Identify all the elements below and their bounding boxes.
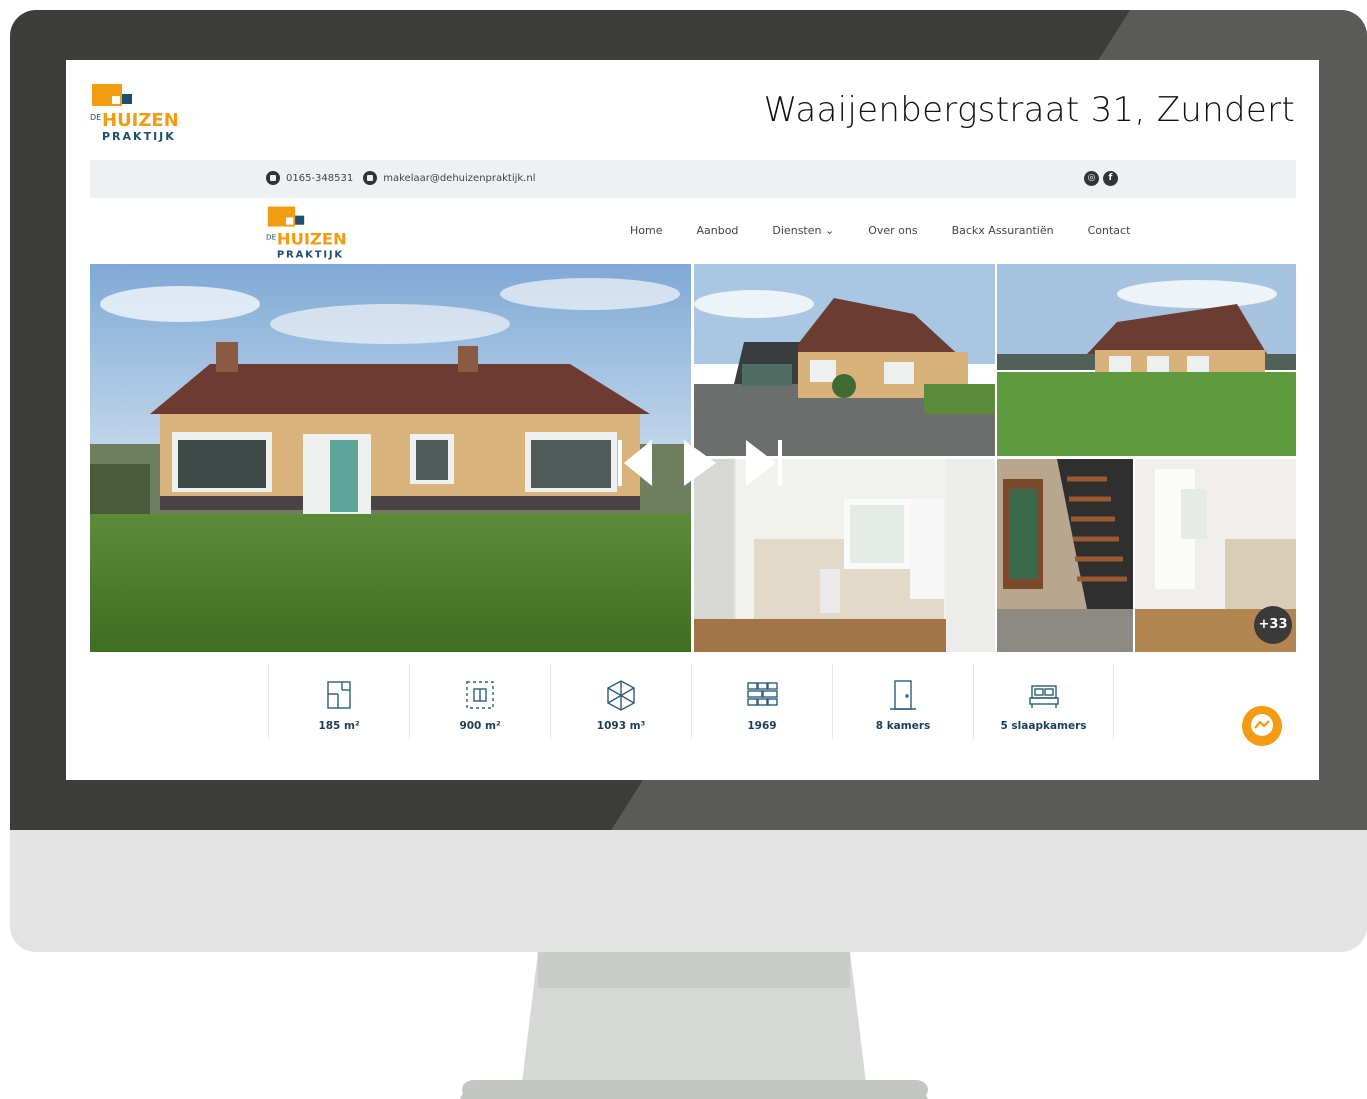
nav-contact[interactable]: Contact (1088, 224, 1131, 237)
stat-volume: 1093 m³ (550, 664, 691, 739)
svg-text:PRAKTIJK: PRAKTIJK (102, 130, 176, 142)
photo-kitchen-room[interactable] (694, 459, 995, 652)
main-navigation: DE HUIZEN PRAKTIJK Home Aanbod Diensten … (90, 198, 1296, 264)
svg-text:HUIZEN: HUIZEN (277, 230, 347, 249)
stat-plot-area: 900 m² (409, 664, 550, 739)
more-photos-badge[interactable]: +33 (1254, 606, 1292, 644)
email-icon (363, 171, 378, 185)
phone-link[interactable]: 0165-348531 (286, 173, 353, 184)
stat-value: 900 m² (459, 720, 501, 732)
de-huizen-praktijk-logo: DE HUIZEN PRAKTIJK (90, 84, 179, 142)
photo-gallery: +33 (90, 264, 1296, 652)
slideshow-controls (618, 440, 782, 486)
messenger-chat-button[interactable] (1242, 706, 1282, 746)
facebook-icon[interactable]: f (1103, 171, 1118, 186)
door-icon (890, 680, 916, 710)
stat-value: 1969 (747, 720, 777, 732)
svg-text:DE: DE (90, 113, 101, 122)
svg-text:DE: DE (266, 232, 277, 241)
stat-value: 185 m² (318, 720, 360, 732)
nav-home[interactable]: Home (630, 224, 662, 237)
instagram-icon[interactable]: ◎ (1084, 171, 1099, 186)
svg-text:HUIZEN: HUIZEN (102, 110, 179, 131)
email-link[interactable]: makelaar@dehuizenpraktijk.nl (383, 173, 535, 184)
stat-value: 8 kamers (875, 720, 931, 732)
stat-rooms: 8 kamers (832, 664, 973, 739)
last-photo-button[interactable] (746, 440, 782, 486)
svg-text:PRAKTIJK: PRAKTIJK (277, 249, 344, 260)
brick-wall-icon (747, 682, 778, 706)
top-contact-bar: 0165-348531 makelaar@dehuizenpraktijk.nl… (90, 160, 1296, 198)
nav-aanbod[interactable]: Aanbod (696, 224, 738, 237)
site-logo[interactable]: DE HUIZEN PRAKTIJK (266, 204, 366, 260)
bed-icon (1028, 685, 1059, 708)
photo-hallway-stairs[interactable] (997, 459, 1133, 652)
monitor-mockup: { "listing": { "address": "Waaijenbergst… (0, 0, 1367, 1099)
nav-over-ons[interactable]: Over ons (868, 224, 917, 237)
stat-living-area: 185 m² (268, 664, 409, 739)
first-photo-button[interactable] (618, 440, 652, 486)
property-stats: 185 m² 900 m² 1093 m³ 1969 8 kamers 5 sl… (268, 664, 1114, 739)
monitor-stand (458, 952, 930, 1099)
stat-bedrooms: 5 slaapkamers (973, 664, 1114, 739)
website: 0165-348531 makelaar@dehuizenpraktijk.nl… (90, 160, 1296, 765)
screen: DE HUIZEN PRAKTIJK Waaijenbergstraat 31,… (66, 60, 1319, 780)
phone-icon (266, 171, 280, 185)
monitor-chin (10, 830, 1367, 952)
nav-diensten[interactable]: Diensten ⌄ (772, 224, 834, 237)
photo-side-view[interactable] (694, 264, 995, 456)
listing-address: Waaijenbergstraat 31, Zundert (763, 90, 1295, 130)
stat-value: 1093 m³ (596, 720, 646, 732)
nav-backx-assurantien[interactable]: Backx Assurantiën (952, 224, 1054, 237)
stat-value: 5 slaapkamers (1000, 720, 1087, 732)
play-button[interactable] (684, 440, 716, 486)
plot-area-icon (466, 681, 494, 709)
main-photo-house-front[interactable] (90, 264, 691, 652)
volume-cube-icon (607, 680, 635, 711)
photo-rear-view[interactable] (997, 264, 1296, 456)
floor-area-icon (327, 681, 351, 709)
stat-build-year: 1969 (691, 664, 832, 739)
